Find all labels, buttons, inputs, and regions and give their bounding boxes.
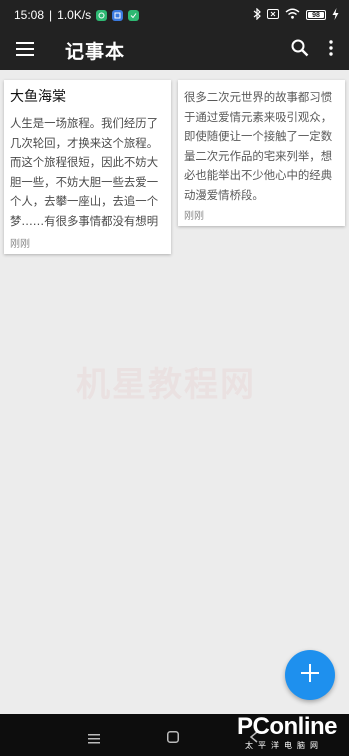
plus-icon	[300, 663, 320, 687]
app-title: 记事本	[65, 40, 126, 63]
note-body: 很多二次元世界的故事都习惯于通过爱情元素来吸引观众，即使随便让一个接触了一定数量…	[184, 90, 333, 202]
note-card[interactable]: 大鱼海棠 人生是一场旅程。我们经历了几次轮回，才换来这个旅程。而这个旅程很短，因…	[4, 80, 171, 254]
more-vert-icon[interactable]	[323, 39, 339, 61]
status-divider: |	[49, 8, 53, 22]
battery-level: 98	[312, 11, 320, 19]
brand-subtitle: 太平洋电脑网	[245, 741, 323, 750]
menu-nav-icon[interactable]	[88, 729, 100, 748]
status-left: 15:08 | 1.0K/s	[14, 8, 140, 22]
status-time: 15:08	[14, 8, 45, 22]
status-bar: 15:08 | 1.0K/s 98	[0, 0, 349, 30]
no-sim-icon	[267, 8, 279, 22]
note-card[interactable]: 很多二次元世界的故事都习惯于通过爱情元素来吸引观众，即使随便让一个接触了一定数量…	[178, 80, 345, 226]
network-speed: 1.0K/s	[57, 8, 92, 22]
watermark: 机星教程网	[76, 365, 256, 405]
app-bar: 记事本	[0, 30, 349, 70]
brand-logo: PConline	[237, 713, 338, 740]
charging-icon	[332, 7, 339, 23]
note-body: 人生是一场旅程。我们经历了几次轮回，才换来这个旅程。而这个旅程很短，因此不妨大胆…	[10, 116, 159, 228]
hamburger-menu-icon[interactable]	[16, 41, 34, 60]
search-icon[interactable]	[291, 39, 309, 61]
wifi-icon	[285, 8, 300, 22]
battery-icon: 98	[306, 10, 326, 20]
status-right: 98	[253, 7, 339, 23]
note-time: 刚刚	[10, 239, 30, 250]
app-icon-1	[96, 9, 108, 21]
note-time: 刚刚	[184, 211, 204, 222]
note-title: 大鱼海棠	[10, 89, 66, 105]
home-nav-icon[interactable]	[167, 728, 179, 747]
bluetooth-icon	[253, 7, 261, 23]
app-actions	[291, 39, 339, 61]
add-note-button[interactable]	[285, 650, 335, 700]
app-icon-3	[128, 9, 140, 21]
app-icon-2	[112, 9, 124, 21]
